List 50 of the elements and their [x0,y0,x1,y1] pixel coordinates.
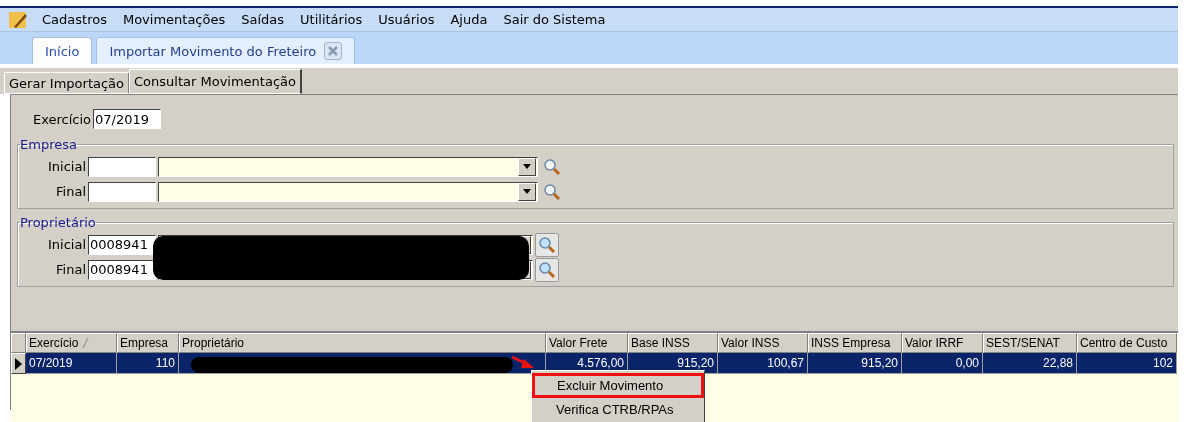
search-button[interactable] [535,257,559,282]
input-field[interactable]: 0008941 [88,234,156,255]
column-header[interactable]: Valor IRRF [902,333,983,353]
column-header[interactable]: SEST/SENAT [983,333,1077,353]
input-field[interactable] [88,156,156,177]
table-cell: 100,67 [718,353,808,374]
menu-item[interactable]: Utilitários [298,12,365,27]
tab[interactable]: Gerar Importação [4,72,130,94]
menu-item[interactable]: Cadastros [40,12,109,27]
field-label: Final [55,184,86,199]
table-cell: 07/2019 [26,353,117,374]
tab[interactable]: Consultar Movimentação [129,69,302,94]
table-cell: 22,88 [983,353,1077,374]
field-label: Inicial [46,159,86,174]
input-field[interactable]: 0008941 [88,259,156,280]
annotation-arrow [511,355,535,371]
menu-item[interactable]: Movimentações [120,12,228,27]
tab[interactable]: Início [32,37,93,64]
field-label: Final [55,262,86,277]
input-field[interactable] [88,181,156,202]
column-header[interactable]: Valor INSS [718,333,808,353]
table-cell: 915,20 [808,353,902,374]
menu-item[interactable]: Verifica CTRB/RPAs [532,398,704,421]
dropdown-field[interactable] [158,181,538,202]
field-label: Inicial [46,237,86,252]
field-label: Exercício [33,111,92,127]
menu-item[interactable]: Usuários [376,12,437,27]
column-header[interactable]: Base INSS [628,333,718,353]
column-header[interactable]: Exercício [26,333,117,353]
row-pointer-icon [15,357,22,370]
table-cell: 0,00 [902,353,983,374]
menu-item[interactable]: Excluir Movimento [532,373,704,398]
group-title: Empresa [20,137,77,152]
notepad-icon [8,9,28,30]
menu-item[interactable]: Ajuda [448,12,490,27]
menu-item[interactable]: Saídas [239,12,287,27]
table-cell: 110 [117,353,179,374]
menu-item[interactable]: Sair do Sistema [501,12,608,27]
column-header[interactable]: Centro de Custo [1077,333,1177,353]
column-header[interactable]: Proprietário [179,333,546,353]
group-title: Proprietário [20,215,96,230]
column-header[interactable]: Empresa [117,333,179,353]
search-button[interactable] [535,232,559,257]
table-cell: 102 [1077,353,1177,374]
sort-icon [81,337,90,349]
tab[interactable]: Importar Movimento do Freteiro [96,37,356,64]
dropdown-field[interactable] [158,156,538,177]
column-header[interactable]: INSS Empresa [808,333,902,353]
input-field[interactable]: 07/2019 [93,109,162,129]
column-header[interactable]: Valor Frete [546,333,628,353]
